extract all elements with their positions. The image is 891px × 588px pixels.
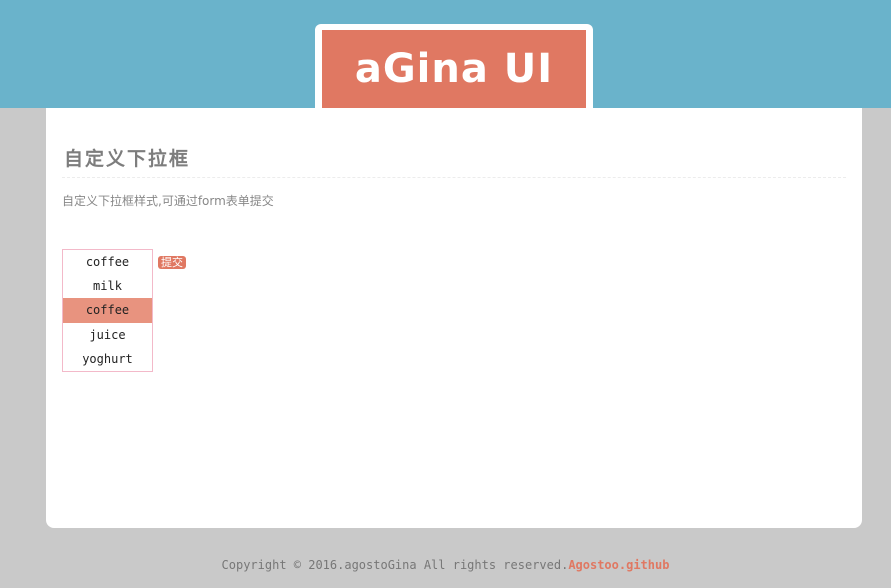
content-card <box>46 108 862 528</box>
select-option[interactable]: coffee <box>63 250 152 274</box>
logo-text: aGina UI <box>354 46 554 92</box>
page-title: 自定义下拉框 <box>64 148 191 170</box>
logo: aGina UI <box>322 30 586 108</box>
select-option[interactable]: juice <box>63 323 152 347</box>
footer-github-link[interactable]: Agostoo.github <box>568 558 669 572</box>
select-option-selected[interactable]: coffee <box>63 298 152 323</box>
page-description: 自定义下拉框样式,可通过form表单提交 <box>62 194 274 208</box>
title-divider <box>62 177 846 178</box>
footer-copyright: Copyright © 2016.agostoGina All rights r… <box>221 558 569 572</box>
select-option[interactable]: milk <box>63 274 152 298</box>
custom-select[interactable]: coffee milk coffee juice yoghurt <box>62 249 153 372</box>
submit-button[interactable]: 提交 <box>158 256 186 269</box>
footer: Copyright © 2016.agostoGina All rights r… <box>0 558 891 572</box>
select-option[interactable]: yoghurt <box>63 347 152 371</box>
